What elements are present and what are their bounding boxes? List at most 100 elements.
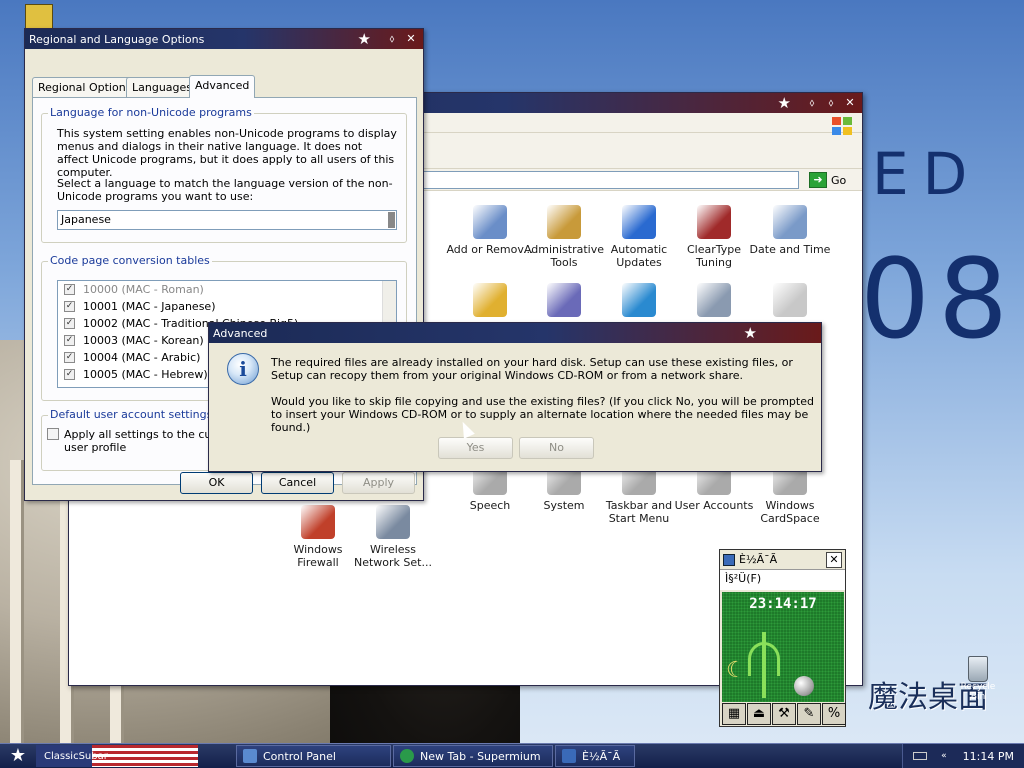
apply-all-checkbox[interactable]: [47, 428, 59, 440]
ball-icon: [794, 676, 814, 696]
star-icon: ★: [777, 94, 791, 112]
maximize-button[interactable]: ⬨: [823, 96, 839, 110]
windows-logo-icon: [832, 117, 854, 137]
taskbar-clock[interactable]: 11:14 PM: [963, 750, 1014, 763]
no-button[interactable]: No: [519, 437, 594, 459]
control-panel-item-icon: [622, 205, 656, 239]
brush-icon[interactable]: ⚒: [772, 703, 796, 725]
taskbar-item-control-panel[interactable]: Control Panel: [236, 745, 391, 767]
taskbar-item-browser[interactable]: New Tab - Supermium: [393, 745, 553, 767]
quick-launch: ClassicSubar: [36, 745, 198, 767]
control-panel-icon: [243, 749, 257, 763]
code-page-label: 10005 (MAC - Hebrew): [83, 368, 208, 381]
minimize-button[interactable]: ⬨: [804, 96, 820, 110]
clock-app-icon: [723, 553, 735, 566]
check-icon[interactable]: ✓: [64, 369, 75, 380]
clock-title: È½Ã¯Ã: [739, 553, 778, 566]
wallpaper-text-top: ED: [872, 140, 982, 208]
taskbar-item-label: Control Panel: [263, 749, 336, 763]
check-icon[interactable]: ✓: [64, 284, 75, 295]
clock-menu[interactable]: Ì§²Ü(F): [720, 570, 845, 590]
non-unicode-description: This system setting enables non-Unicode …: [57, 127, 397, 179]
browser-icon: [400, 749, 414, 763]
go-button[interactable]: ➜ Go: [809, 171, 857, 189]
moon-icon: ☾: [726, 658, 746, 683]
info-icon: i: [227, 353, 259, 385]
ok-button[interactable]: OK: [180, 472, 253, 494]
close-button[interactable]: ✕: [842, 96, 858, 110]
advanced-titlebar[interactable]: Advanced ★: [209, 323, 821, 343]
control-panel-item[interactable]: Wireless Network Set...: [348, 505, 438, 569]
tab-advanced[interactable]: Advanced: [189, 75, 256, 98]
regional-title: Regional and Language Options: [29, 32, 205, 46]
recycle-bin-shortcut[interactable]: Recycle Bin: [958, 656, 998, 702]
start-button[interactable]: ★: [0, 744, 36, 768]
control-panel-item-label: Wireless Network Set...: [354, 543, 432, 569]
go-arrow-icon: ➜: [809, 172, 827, 188]
taskbar-item-label: New Tab - Supermium: [420, 749, 541, 763]
tab-regional-options[interactable]: Regional Options: [32, 77, 138, 97]
column-decoration: [10, 460, 24, 760]
advanced-message-1: The required files are already installed…: [271, 356, 793, 382]
control-panel-item-icon: [547, 205, 581, 239]
code-page-label: 10001 (MAC - Japanese): [83, 300, 216, 313]
check-icon[interactable]: ✓: [64, 335, 75, 346]
star-icon: ★: [357, 30, 371, 48]
clock-face: 23:14:17 ☾: [722, 592, 844, 702]
chevron-down-icon[interactable]: [388, 212, 395, 228]
control-panel-item-icon: [301, 505, 335, 539]
non-unicode-group: Language for non-Unicode programs This s…: [41, 106, 407, 243]
clock-tool-row: ▦ ⏏ ⚒ ✎ %: [722, 703, 847, 725]
language-select[interactable]: Japanese: [57, 210, 397, 230]
advanced-dialog[interactable]: Advanced ★ i The required files are alre…: [208, 322, 822, 472]
alarm-icon[interactable]: ⏏: [747, 703, 771, 725]
code-page-group-title: Code page conversion tables: [48, 254, 212, 267]
control-panel-item[interactable]: Date and Time: [745, 205, 835, 256]
calendar-icon[interactable]: ▦: [722, 703, 746, 725]
close-button[interactable]: ✕: [403, 32, 419, 46]
non-unicode-prompt: Select a language to match the language …: [57, 177, 393, 203]
control-panel-item-icon: [376, 505, 410, 539]
cancel-button[interactable]: Cancel: [261, 472, 334, 494]
percent-icon[interactable]: %: [822, 703, 846, 725]
pen-icon[interactable]: ✎: [797, 703, 821, 725]
clock-app-icon: [562, 749, 576, 763]
quick-launch-item[interactable]: ClassicSubar: [36, 745, 108, 767]
tab-languages[interactable]: Languages: [126, 77, 199, 97]
control-panel-item-label: Date and Time: [749, 243, 831, 256]
wallpaper-large-text: ED 08: [860, 140, 1010, 370]
apply-button[interactable]: Apply: [342, 472, 415, 494]
quick-launch-label: ClassicSubar: [44, 750, 108, 762]
regional-titlebar[interactable]: Regional and Language Options ★ ⬨ ✕: [25, 29, 423, 49]
advanced-message-2: Would you like to skip file copying and …: [271, 395, 814, 434]
non-unicode-group-title: Language for non-Unicode programs: [48, 106, 254, 119]
tray-expand-icon[interactable]: «: [941, 751, 947, 761]
code-page-label: 10000 (MAC - Roman): [83, 283, 204, 296]
control-panel-item-icon: [773, 205, 807, 239]
help-button[interactable]: ⬨: [384, 32, 400, 46]
check-icon[interactable]: ✓: [64, 301, 75, 312]
language-select-value: Japanese: [61, 213, 111, 226]
taskbar-item-clock[interactable]: È½Ã¯Ã: [555, 745, 635, 767]
control-panel-item-label: Windows CardSpace: [760, 499, 820, 525]
clock-widget[interactable]: È½Ã¯Ã ✕ Ì§²Ü(F) 23:14:17 ☾ ▦ ⏏ ⚒ ✎ %: [719, 549, 846, 727]
check-icon[interactable]: ✓: [64, 352, 75, 363]
control-panel-item-icon: [622, 283, 656, 317]
clock-titlebar[interactable]: È½Ã¯Ã ✕: [720, 550, 845, 570]
code-page-item[interactable]: ✓ 10001 (MAC - Japanese): [58, 298, 396, 315]
check-icon[interactable]: ✓: [64, 318, 75, 329]
system-tray: « 11:14 PM: [902, 744, 1024, 768]
wallpaper-text-bottom: 08: [860, 235, 1016, 363]
advanced-title: Advanced: [213, 326, 268, 340]
taskbar: ★ ClassicSubar Control Panel New Tab - S…: [0, 743, 1024, 768]
default-user-group-title: Default user account settings: [48, 408, 215, 421]
control-panel-item-icon: [697, 205, 731, 239]
keyboard-icon[interactable]: [913, 752, 928, 760]
clock-close-button[interactable]: ✕: [826, 551, 842, 568]
clock-time: 23:14:17: [749, 596, 817, 612]
yes-button[interactable]: Yes: [438, 437, 513, 459]
plant-branch-icon: [748, 642, 780, 676]
taskbar-item-label: È½Ã¯Ã: [582, 749, 621, 763]
code-page-item[interactable]: ✓ 10000 (MAC - Roman): [58, 281, 396, 298]
address-input[interactable]: [409, 171, 799, 189]
